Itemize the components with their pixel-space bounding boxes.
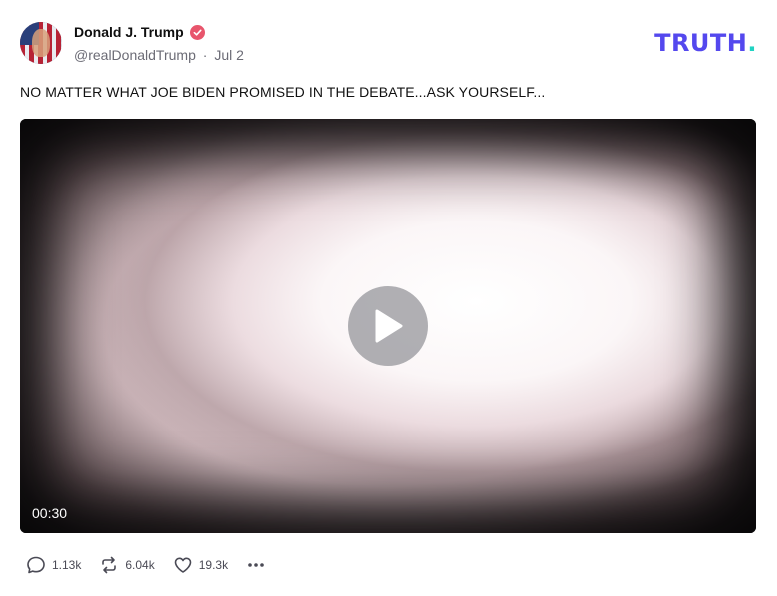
video-duration: 00:30 xyxy=(32,505,68,521)
author-row: Donald J. Trump xyxy=(74,24,205,40)
ellipsis-icon xyxy=(248,563,264,567)
verified-badge-icon xyxy=(189,24,205,40)
play-button[interactable] xyxy=(348,286,428,366)
heart-icon xyxy=(174,557,192,573)
logo-text: TRUTH xyxy=(654,29,748,57)
author-handle[interactable]: @realDonaldTrump xyxy=(74,47,196,63)
meta-separator: · xyxy=(202,47,208,63)
speech-bubble-icon xyxy=(27,556,45,574)
repost-arrows-icon xyxy=(102,556,117,574)
author-name[interactable]: Donald J. Trump xyxy=(74,24,184,40)
action-bar: 1.13k 6.04k 19.3k xyxy=(26,555,266,575)
like-button[interactable]: 19.3k xyxy=(173,555,228,575)
like-count: 19.3k xyxy=(198,558,229,572)
logo-dot: . xyxy=(747,29,757,57)
retruth-count: 6.04k xyxy=(125,558,155,572)
more-options-button[interactable] xyxy=(246,555,266,575)
post-date[interactable]: Jul 2 xyxy=(214,47,244,63)
post-meta: @realDonaldTrump · Jul 2 xyxy=(74,47,244,63)
post-text: NO MATTER WHAT JOE BIDEN PROMISED IN THE… xyxy=(20,84,546,100)
reply-count: 1.13k xyxy=(52,558,82,572)
avatar[interactable] xyxy=(20,22,62,64)
retruth-button[interactable]: 6.04k xyxy=(99,555,155,575)
truth-logo[interactable]: TRUTH. xyxy=(654,29,757,57)
play-icon xyxy=(375,309,403,343)
video-player[interactable]: 00:30 xyxy=(20,119,756,533)
reply-button[interactable]: 1.13k xyxy=(26,555,81,575)
